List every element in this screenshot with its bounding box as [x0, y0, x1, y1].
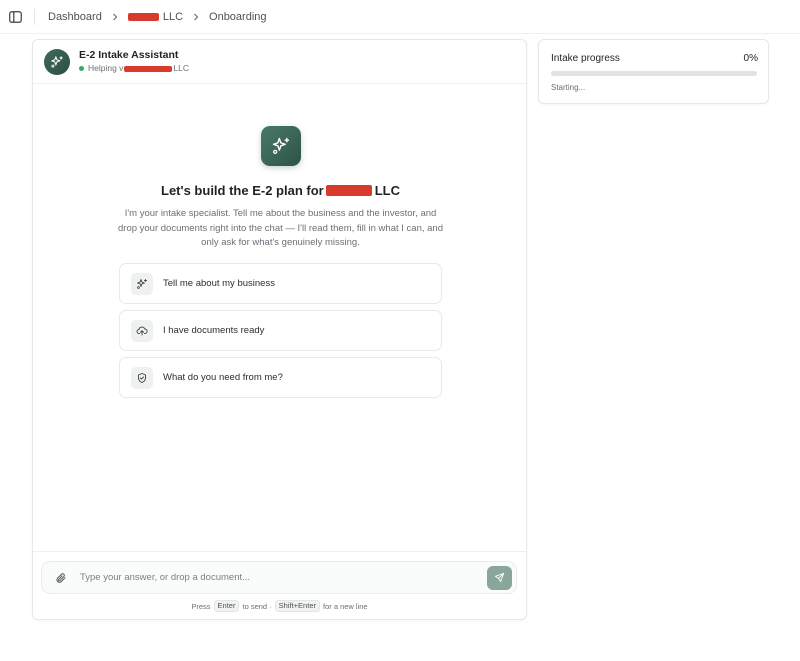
sidebar-toggle-icon[interactable]: [8, 10, 22, 24]
suggestion-list: Tell me about my business I have documen…: [119, 263, 442, 404]
assistant-avatar: [44, 48, 70, 75]
top-bar: Dashboard LLC Onboarding: [0, 0, 800, 34]
welcome-hero: Let's build the E-2 plan for LLC I'm you…: [33, 126, 528, 251]
assistant-status-suffix: LLC: [173, 63, 190, 73]
message-input[interactable]: [80, 572, 487, 583]
breadcrumb-company[interactable]: LLC: [127, 10, 184, 23]
send-icon: [494, 572, 505, 583]
sparkle-icon: [51, 55, 63, 68]
breadcrumb-company-label: LLC: [162, 10, 184, 23]
send-button[interactable]: [487, 565, 512, 590]
progress-bar: [551, 71, 757, 76]
keyboard-hint: Press Enter to send · Shift+Enter for a …: [33, 600, 526, 612]
sparkle-icon: [260, 126, 301, 166]
welcome-description: I'm your intake specialist. Tell me abou…: [118, 208, 443, 248]
upload-cloud-icon: [131, 319, 153, 342]
message-composer: [41, 561, 517, 594]
chat-panel: E-2 Intake Assistant Helping v LLC Let's…: [32, 39, 527, 620]
assistant-status: Helping v LLC: [79, 63, 189, 74]
divider: [34, 8, 35, 25]
breadcrumb-dashboard[interactable]: Dashboard: [48, 11, 102, 23]
paperclip-icon[interactable]: [46, 563, 76, 593]
redaction-mark: [127, 12, 159, 21]
progress-status: Starting...: [551, 83, 586, 92]
sparkle-icon: [131, 272, 153, 295]
hint-to-send: to send ·: [242, 601, 272, 611]
kbd-shift-enter: Shift+Enter: [274, 600, 320, 612]
progress-header: Intake progress 0%: [551, 53, 758, 64]
welcome-title-prefix: Let's build the E-2 plan for: [161, 183, 324, 198]
suggestion-tell-business[interactable]: Tell me about my business: [119, 263, 442, 304]
assistant-name: E-2 Intake Assistant: [79, 49, 179, 61]
chevron-right-icon: [112, 13, 118, 21]
chevron-right-icon: [193, 13, 199, 21]
composer-area: Press Enter to send · Shift+Enter for a …: [33, 551, 526, 619]
hint-new-line: for a new line: [323, 601, 368, 611]
suggestion-label: What do you need from me?: [163, 372, 283, 383]
shield-icon: [131, 366, 153, 389]
progress-percent: 0%: [743, 53, 758, 64]
chat-header: E-2 Intake Assistant Helping v LLC: [33, 40, 526, 84]
redaction-mark: [325, 185, 372, 196]
welcome-title-suffix: LLC: [374, 183, 400, 198]
hint-press: Press: [191, 601, 211, 611]
breadcrumb: Dashboard LLC Onboarding: [48, 11, 267, 23]
assistant-info: E-2 Intake Assistant Helping v LLC: [79, 49, 189, 74]
suggestion-documents-ready[interactable]: I have documents ready: [119, 310, 442, 351]
kbd-enter: Enter: [213, 600, 240, 612]
online-status-dot: [79, 66, 84, 71]
suggestion-label: Tell me about my business: [163, 278, 275, 289]
intake-progress-card: Intake progress 0% Starting...: [538, 39, 769, 104]
welcome-title: Let's build the E-2 plan for LLC: [161, 183, 400, 198]
suggestion-what-needed[interactable]: What do you need from me?: [119, 357, 442, 398]
suggestion-label: I have documents ready: [163, 325, 265, 336]
breadcrumb-onboarding: Onboarding: [209, 10, 267, 23]
redaction-mark: [124, 65, 173, 72]
assistant-status-prefix: Helping v: [88, 63, 124, 73]
progress-label: Intake progress: [551, 53, 620, 64]
